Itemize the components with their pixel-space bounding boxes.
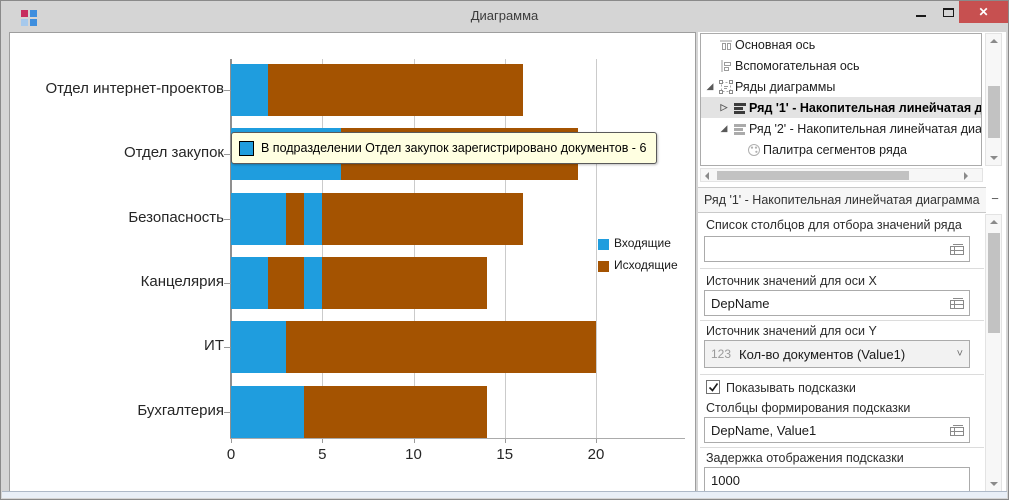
tree-item[interactable]: ▷ Ряд '1' - Накопительная линейчатая диаг… <box>701 97 981 118</box>
scroll-down-icon[interactable] <box>990 156 998 160</box>
window-title: Диаграмма <box>1 1 1008 31</box>
scroll-down-icon[interactable] <box>990 482 998 486</box>
series-dark-icon <box>731 101 749 115</box>
tree-item-label: Ряд '1' - Накопительная линейчатая диагр… <box>749 101 981 115</box>
tree-item-label: Ряд '2' - Накопительная линейчатая диагр… <box>749 122 981 136</box>
tree-item[interactable]: ◢ Ряды диаграммы <box>701 76 981 97</box>
expander-collapsed-icon[interactable]: ▷ <box>717 102 731 113</box>
tree-item-label: Палитра сегментов ряда <box>763 143 907 157</box>
application-window: Диаграмма ✕ 05101520Отдел интернет-проек… <box>0 0 1009 500</box>
y-source-select[interactable]: 123 Кол-во документов (Value1) ˅ <box>704 340 970 368</box>
window-bottom-edge <box>2 491 1007 498</box>
scroll-right-icon[interactable] <box>964 172 968 180</box>
properties-header: Ряд '1' - Накопительная линейчатая диагр… <box>698 187 986 213</box>
field-label: Список столбцов для отбора значений ряда <box>706 218 962 232</box>
field-label: Задержка отображения подсказки <box>706 451 904 465</box>
close-icon: ✕ <box>978 5 988 19</box>
checkbox-label: Показывать подсказки <box>726 381 856 395</box>
group-separator <box>700 268 984 269</box>
tooltip-delay-input[interactable] <box>704 467 970 493</box>
series-gray-icon <box>731 122 749 136</box>
series-tree: Основная ось Вспомогательная ось ◢ Ряды диа… <box>700 33 982 166</box>
tree-vertical-scrollbar[interactable] <box>985 33 1002 166</box>
tooltip-series-swatch <box>239 141 254 156</box>
tree-scrollbar-thumb[interactable] <box>988 86 1000 138</box>
field-label: Столбцы формирования подсказки <box>706 401 910 415</box>
scroll-up-icon[interactable] <box>990 39 998 43</box>
collapse-section-button[interactable]: − <box>988 192 1002 206</box>
series-group-icon <box>717 80 735 94</box>
field-label: Источник значений для оси X <box>706 274 877 288</box>
y-source-value: Кол-во документов (Value1) <box>739 347 905 362</box>
x-source-input[interactable] <box>704 290 970 316</box>
tree-hscrollbar-thumb[interactable] <box>717 171 909 180</box>
chart-panel <box>9 32 696 492</box>
tooltip-columns-input[interactable] <box>704 417 970 443</box>
tree-item[interactable]: ◢ Ряд '2' - Накопительная линейчатая диаг… <box>701 118 981 139</box>
table-picker-icon[interactable] <box>948 423 966 437</box>
minimize-icon <box>916 15 926 17</box>
tooltip-text: В подразделении Отдел закупок зарегистри… <box>261 141 646 155</box>
scroll-up-icon[interactable] <box>990 220 998 224</box>
expander-expanded-icon[interactable]: ◢ <box>703 81 717 92</box>
number-type-badge: 123 <box>711 347 731 361</box>
group-separator <box>700 320 984 321</box>
chevron-down-icon: ˅ <box>957 348 963 360</box>
settings-panel: Основная ось Вспомогательная ось ◢ Ряды диа… <box>698 32 1006 492</box>
table-picker-icon[interactable] <box>948 296 966 310</box>
axis-secondary-icon <box>717 59 735 73</box>
checkmark-icon <box>708 382 719 393</box>
tree-item[interactable]: Основная ось <box>701 34 981 55</box>
tree-horizontal-scrollbar[interactable] <box>700 168 983 182</box>
tree-item[interactable]: Вспомогательная ось <box>701 55 981 76</box>
table-picker-icon[interactable] <box>948 242 966 256</box>
properties-vertical-scrollbar[interactable] <box>985 214 1002 492</box>
close-button[interactable]: ✕ <box>959 1 1008 23</box>
tree-item-label: Вспомогательная ось <box>735 59 860 73</box>
columns-filter-input[interactable] <box>704 236 970 262</box>
axis-primary-icon <box>717 38 735 52</box>
maximize-button[interactable] <box>935 1 962 23</box>
group-separator <box>700 447 984 448</box>
field-label: Источник значений для оси Y <box>706 324 877 338</box>
expander-expanded-icon[interactable]: ◢ <box>717 123 731 134</box>
minimize-button[interactable] <box>906 1 935 23</box>
tree-item-label: Основная ось <box>735 38 815 52</box>
tree-item[interactable]: Палитра сегментов ряда <box>701 139 981 160</box>
palette-icon <box>745 143 763 157</box>
chart-tooltip: В подразделении Отдел закупок зарегистри… <box>231 132 657 164</box>
tree-item-label: Ряды диаграммы <box>735 80 835 94</box>
maximize-icon <box>943 8 954 17</box>
properties-scrollbar-thumb[interactable] <box>988 233 1000 333</box>
scroll-left-icon[interactable] <box>705 172 709 180</box>
group-separator <box>700 374 984 375</box>
show-tooltips-checkbox[interactable] <box>706 380 720 394</box>
title-bar: Диаграмма ✕ <box>1 1 1008 31</box>
